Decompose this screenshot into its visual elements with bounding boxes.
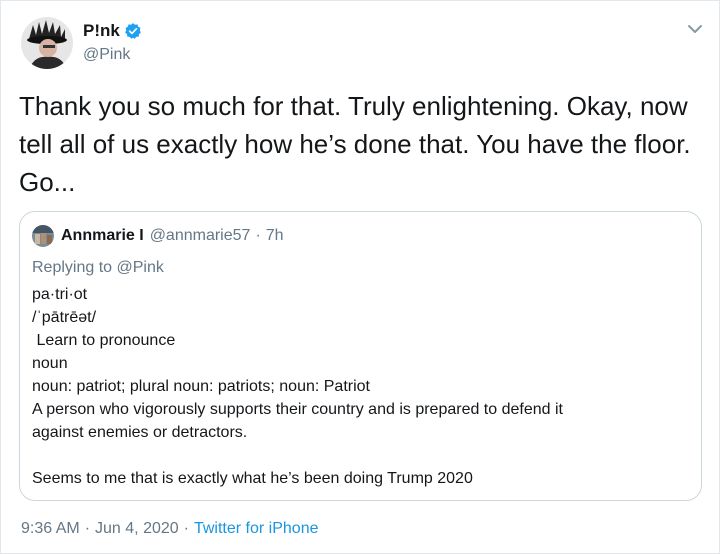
quoted-tweet[interactable]: Annmarie I @annmarie57 · 7h Replying to …: [19, 211, 702, 501]
tweet-footer: 9:36 AM · Jun 4, 2020 · Twitter for iPho…: [21, 520, 318, 538]
tweet-header: P!nk @Pink: [21, 13, 142, 73]
author-display-name[interactable]: P!nk: [83, 20, 120, 42]
replying-mention: @Pink: [116, 259, 164, 276]
quoted-time: 7h: [265, 227, 284, 244]
quoted-line: A person who vigorously supports their c…: [32, 401, 563, 418]
quoted-line: Learn to pronounce: [32, 332, 176, 349]
quoted-display-name: Annmarie I: [61, 227, 144, 244]
quoted-line: noun: patriot; plural noun: patriots; no…: [32, 378, 370, 395]
tweet-date[interactable]: Jun 4, 2020: [95, 520, 179, 538]
quoted-line: Seems to me that is exactly what he’s be…: [32, 470, 473, 487]
chevron-down-icon[interactable]: [685, 19, 705, 39]
author-handle[interactable]: @Pink: [83, 44, 142, 66]
quoted-separator: ·: [255, 227, 261, 244]
tweet-time[interactable]: 9:36 AM: [21, 520, 80, 538]
quoted-tweet-header: Annmarie I @annmarie57 · 7h: [32, 224, 689, 248]
quoted-line: /ˈpātrēət/: [32, 309, 97, 326]
replying-prefix: Replying to: [32, 259, 113, 276]
display-name-row: P!nk: [83, 20, 142, 42]
quoted-line: noun: [32, 355, 68, 372]
quoted-line: pa·tri·ot: [32, 286, 88, 303]
quoted-line: against enemies or detractors.: [32, 424, 248, 441]
tweet-text: Thank you so much for that. Truly enligh…: [19, 91, 691, 197]
footer-separator: ·: [183, 520, 189, 537]
tweet-source-link[interactable]: Twitter for iPhone: [194, 520, 319, 538]
footer-separator: ·: [84, 520, 91, 537]
tweet-card: P!nk @Pink Thank you so much for that. T…: [0, 0, 720, 554]
quoted-avatar: [32, 225, 54, 247]
author-names: P!nk @Pink: [83, 20, 142, 66]
avatar[interactable]: [21, 17, 73, 69]
verified-badge-icon: [124, 22, 142, 40]
quoted-blank-line: [32, 444, 689, 467]
quoted-tweet-body: pa·tri·ot /ˈpātrēət/ Learn to pronounce …: [32, 283, 689, 490]
replying-to: Replying to @Pink: [32, 257, 689, 279]
quoted-handle: @annmarie57: [149, 227, 251, 244]
